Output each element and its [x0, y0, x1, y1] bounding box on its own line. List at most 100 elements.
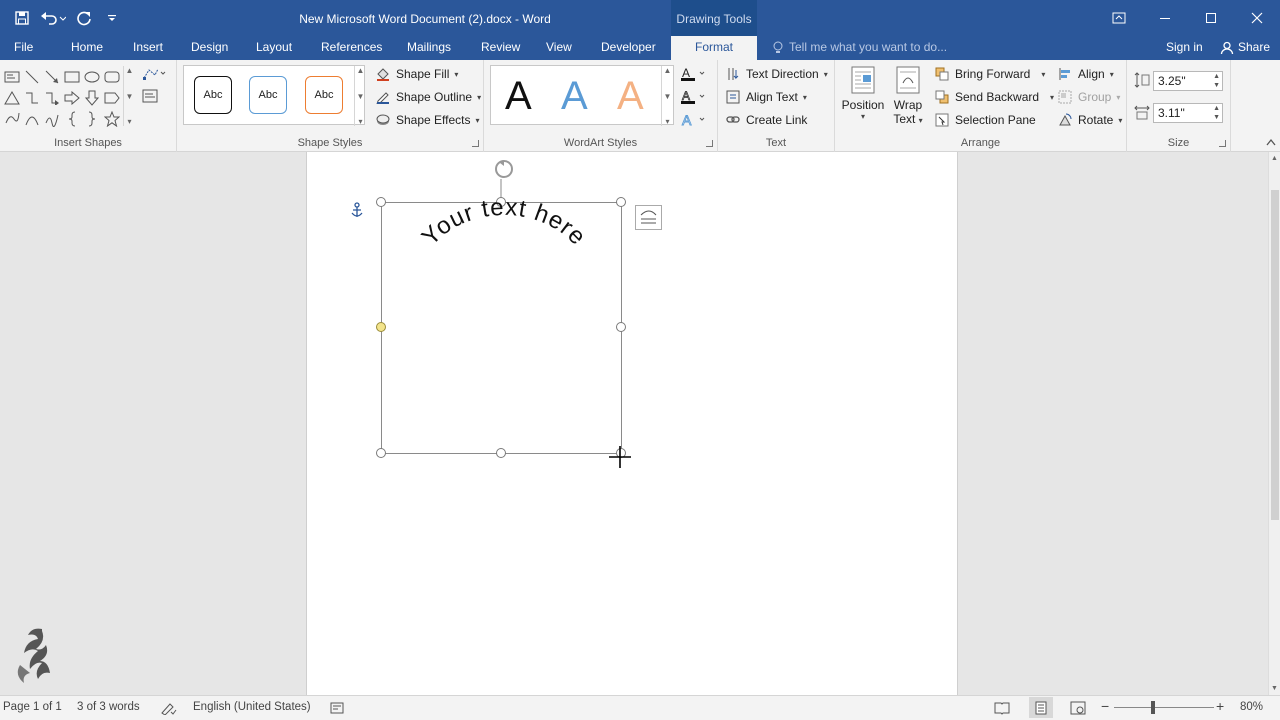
wordart-style-blue[interactable]: A [561, 74, 588, 119]
text-effects-icon[interactable]: A [681, 112, 707, 131]
right-arrow-shape-icon[interactable] [62, 87, 82, 108]
zoom-slider-thumb[interactable] [1151, 701, 1155, 714]
word-count[interactable]: 3 of 3 words [77, 701, 140, 713]
position-button[interactable]: Position ▾ [840, 65, 886, 121]
edit-shape-icon[interactable] [142, 66, 166, 85]
rotate-button[interactable]: Rotate ▾ [1057, 112, 1122, 128]
close-icon[interactable] [1234, 0, 1280, 36]
proofing-icon[interactable] [161, 701, 177, 718]
shape-style-orange[interactable]: Abc [305, 76, 343, 114]
web-layout-icon[interactable] [1070, 701, 1086, 718]
tab-insert[interactable]: Insert [133, 40, 163, 54]
draw-text-box-icon[interactable] [142, 88, 158, 107]
rectangle-shape-icon[interactable] [62, 66, 82, 87]
shape-outline-button[interactable]: Shape Outline ▾ [375, 89, 481, 105]
pentagon-shape-icon[interactable] [102, 87, 122, 108]
height-spin-down-icon[interactable]: ▼ [1213, 82, 1220, 90]
tab-design[interactable]: Design [191, 40, 228, 54]
shape-style-black[interactable]: Abc [194, 76, 232, 114]
tab-mailings[interactable]: Mailings [407, 40, 451, 54]
selection-pane-button[interactable]: Selection Pane [934, 112, 1036, 128]
elbow-arrow-shape-icon[interactable] [42, 87, 62, 108]
sign-in-link[interactable]: Sign in [1166, 40, 1203, 54]
text-direction-button[interactable]: Text Direction ▾ [725, 66, 828, 82]
zoom-in-icon[interactable]: + [1216, 698, 1224, 714]
page-count[interactable]: Page 1 of 1 [3, 701, 62, 713]
tab-format[interactable]: Format [671, 36, 757, 60]
shape-style-blue[interactable]: Abc [249, 76, 287, 114]
vertical-scrollbar[interactable]: ▲ ▼ [1268, 152, 1280, 695]
print-layout-icon[interactable] [1029, 697, 1053, 718]
wordart-styles-launcher-icon[interactable] [706, 140, 713, 147]
elbow-connector-shape-icon[interactable] [22, 87, 42, 108]
resize-handle-top-right[interactable] [616, 197, 626, 207]
shape-effects-button[interactable]: Shape Effects ▾ [375, 112, 480, 128]
shape-height-field[interactable]: 3.25" ▲ ▼ [1153, 71, 1223, 91]
line-shape-icon[interactable] [22, 66, 42, 87]
tab-home[interactable]: Home [71, 40, 103, 54]
curve-shape-icon[interactable] [42, 108, 62, 129]
tab-layout[interactable]: Layout [256, 40, 292, 54]
language-indicator[interactable]: English (United States) [193, 701, 311, 713]
group-button[interactable]: Group ▾ [1057, 89, 1120, 105]
size-launcher-icon[interactable] [1219, 140, 1226, 147]
send-backward-button[interactable]: Send Backward ▾ [934, 89, 1054, 105]
tab-developer[interactable]: Developer [601, 40, 656, 54]
scroll-up-icon[interactable]: ▲ [1271, 155, 1278, 162]
minimize-icon[interactable] [1142, 0, 1188, 36]
right-brace-shape-icon[interactable] [82, 108, 102, 129]
wordart-style-orange[interactable]: A [617, 74, 644, 119]
scroll-down-icon[interactable]: ▼ [1271, 685, 1278, 692]
resize-handle-bottom[interactable] [496, 448, 506, 458]
left-brace-shape-icon[interactable] [62, 108, 82, 129]
rounded-rectangle-shape-icon[interactable] [102, 66, 122, 87]
tab-file[interactable]: File [14, 40, 33, 54]
width-spin-up-icon[interactable]: ▲ [1213, 105, 1220, 113]
wordart-style-black[interactable]: A [505, 74, 532, 119]
shape-fill-button[interactable]: Shape Fill ▾ [375, 66, 458, 82]
create-link-button[interactable]: Create Link [725, 112, 807, 128]
zoom-slider[interactable] [1114, 707, 1214, 708]
tab-view[interactable]: View [546, 40, 572, 54]
oval-shape-icon[interactable] [82, 66, 102, 87]
down-arrow-shape-icon[interactable] [82, 87, 102, 108]
shape-bounding-box[interactable] [381, 202, 622, 454]
tell-me-search[interactable]: Tell me what you want to do... [789, 40, 947, 54]
shapes-gallery-scroll[interactable]: ▲ ▼ ▾ [123, 66, 135, 126]
text-box-shape-icon[interactable] [2, 66, 22, 87]
collapse-ribbon-icon[interactable] [1266, 138, 1276, 149]
read-mode-icon[interactable] [994, 701, 1010, 718]
tab-references[interactable]: References [321, 40, 382, 54]
width-spin-down-icon[interactable]: ▼ [1213, 114, 1220, 122]
text-outline-icon[interactable]: A [681, 89, 707, 108]
resize-handle-top-left[interactable] [376, 197, 386, 207]
triangle-shape-icon[interactable] [2, 87, 22, 108]
resize-handle-right[interactable] [616, 322, 626, 332]
anchor-icon[interactable] [351, 202, 363, 217]
align-text-button[interactable]: Align Text ▾ [725, 89, 807, 105]
scrollbar-thumb[interactable] [1271, 190, 1279, 520]
adjustment-handle[interactable] [376, 322, 386, 332]
arc-shape-icon[interactable] [22, 108, 42, 129]
rotate-handle-icon[interactable] [495, 160, 513, 178]
height-spin-up-icon[interactable]: ▲ [1213, 73, 1220, 81]
arrow-line-shape-icon[interactable] [42, 66, 62, 87]
wrap-text-button[interactable]: Wrap Text ▾ [888, 65, 928, 128]
tab-review[interactable]: Review [481, 40, 520, 54]
wordart-gallery-scroll[interactable]: ▲ ▼ ▾ [661, 66, 673, 126]
resize-handle-bottom-left[interactable] [376, 448, 386, 458]
layout-options-icon[interactable] [635, 205, 662, 230]
shape-styles-launcher-icon[interactable] [472, 140, 479, 147]
resize-handle-bottom-right[interactable] [616, 448, 626, 458]
text-fill-icon[interactable]: A [681, 66, 707, 85]
share-button[interactable]: Share [1238, 40, 1270, 54]
bring-forward-button[interactable]: Bring Forward ▾ [934, 66, 1045, 82]
shape-styles-scroll[interactable]: ▲ ▼ ▾ [354, 66, 366, 126]
macro-recording-icon[interactable] [330, 701, 344, 718]
maximize-icon[interactable] [1188, 0, 1234, 36]
freeform-shape-icon[interactable] [2, 108, 22, 129]
zoom-out-icon[interactable]: − [1101, 698, 1109, 714]
ribbon-display-options-icon[interactable] [1096, 0, 1142, 36]
star-shape-icon[interactable] [102, 108, 122, 129]
zoom-level[interactable]: 80% [1240, 701, 1263, 713]
